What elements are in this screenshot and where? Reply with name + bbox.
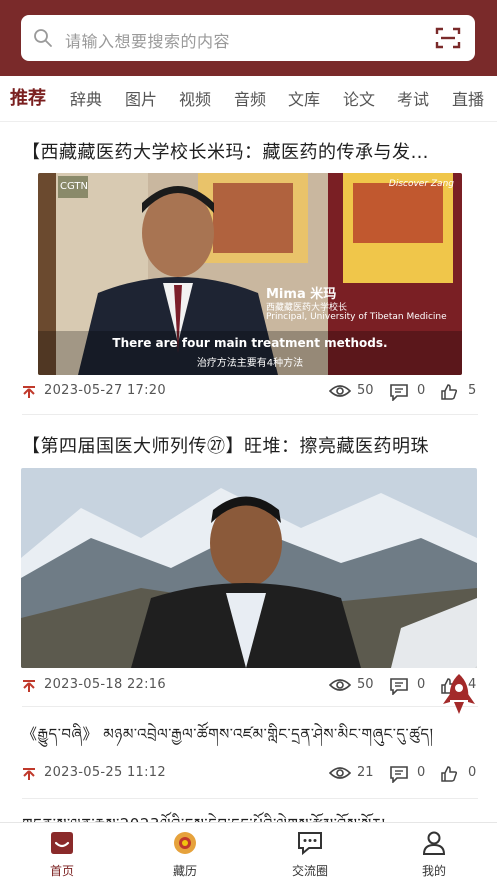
thumbs-up-icon[interactable] (440, 383, 458, 401)
tab-dictionary[interactable]: 辞典 (70, 86, 102, 110)
rocket-back-to-top-icon[interactable] (440, 672, 478, 716)
search-icon (34, 29, 52, 47)
article-meta: 2023-05-18 22:16 50 0 4 (22, 676, 478, 696)
article-thumbnail[interactable] (21, 468, 477, 668)
comment-count: 0 (389, 382, 429, 402)
nav-profile[interactable]: 我的 (394, 829, 474, 879)
caption-role-en: Principal, University of Tibetan Medicin… (266, 312, 447, 322)
top-pin-icon (23, 768, 35, 780)
like-count[interactable]: 5 (440, 382, 480, 402)
comment-count: 0 (389, 676, 429, 696)
eye-icon (329, 385, 351, 397)
comment-icon (390, 678, 408, 695)
subtitle-cn: 治疗方法主要有4种方法 (196, 358, 304, 369)
article-meta: 2023-05-25 11:12 21 0 0 (22, 764, 478, 784)
scan-icon[interactable] (435, 26, 461, 50)
nav-tibetan-calendar[interactable]: 藏历 (145, 829, 225, 879)
publish-date: 2023-05-27 17:20 (44, 383, 166, 398)
home-icon (51, 832, 73, 854)
corner-logo: Discover Zang (388, 179, 454, 189)
tab-audio[interactable]: 音频 (234, 86, 266, 110)
article-title[interactable]: 《རྒྱུད་བཞི》 མཉམ་འབྲེལ་རྒྱལ་ཚོགས་འཛམ་གླིང… (22, 718, 480, 760)
nav-home[interactable]: 首页 (22, 829, 102, 879)
tab-recommend[interactable]: 推荐 (10, 84, 46, 110)
category-tabs: 推荐 辞典 图片 视频 音频 文库 论文 考试 直播 (0, 76, 497, 122)
publish-date: 2023-05-18 22:16 (44, 677, 166, 692)
view-count: 50 (329, 676, 379, 696)
tab-videos[interactable]: 视频 (179, 86, 211, 110)
tibetan-calendar-icon (174, 832, 196, 854)
channel-logo: CGTN (60, 181, 88, 192)
nav-community[interactable]: 交流圈 (270, 829, 350, 879)
tab-images[interactable]: 图片 (125, 86, 157, 110)
article-thumbnail[interactable]: CGTN Discover Zang Mima 米玛 西藏藏医药大学校长 Pri… (38, 173, 462, 375)
tab-live[interactable]: 直播 (452, 86, 484, 110)
publish-date: 2023-05-25 11:12 (44, 765, 166, 780)
view-count: 21 (329, 764, 379, 784)
feed: 【西藏藏医药大学校长米玛：藏医药的传承与发… CGTN Discover Zan… (0, 122, 497, 822)
article-title[interactable]: གདན་ས་ལྷན་རྒྱས་2023ལོའི་དུས་དེབ་དང་པོའི་… (22, 808, 480, 822)
top-header: 请输入想要搜索的内容 (0, 0, 497, 76)
view-count: 50 (329, 382, 379, 402)
portrait-mountain-photo (21, 468, 477, 668)
tab-papers[interactable]: 论文 (343, 86, 375, 110)
tab-exams[interactable]: 考试 (397, 86, 429, 110)
user-icon (422, 831, 446, 855)
eye-icon (329, 679, 351, 691)
divider (22, 414, 478, 415)
top-pin-icon (23, 680, 35, 692)
search-placeholder[interactable]: 请输入想要搜索的内容 (65, 28, 230, 52)
comment-count: 0 (389, 764, 429, 784)
bottom-navigation: 首页 藏历 交流圈 我的 (0, 822, 497, 883)
like-count[interactable]: 0 (440, 764, 480, 784)
divider (22, 798, 478, 799)
article-title[interactable]: 【第四届国医大师列传㉗】旺堆：擦亮藏医药明珠 (22, 432, 480, 458)
article-title[interactable]: 【西藏藏医药大学校长米玛：藏医药的传承与发… (22, 138, 480, 164)
tab-library[interactable]: 文库 (288, 86, 320, 110)
top-pin-icon (23, 386, 35, 398)
thumbs-up-icon[interactable] (440, 765, 458, 783)
comment-icon (390, 384, 408, 401)
eye-icon (329, 767, 351, 779)
search-bar[interactable]: 请输入想要搜索的内容 (21, 15, 475, 61)
comment-icon (390, 766, 408, 783)
divider (22, 706, 478, 707)
subtitle-en: There are four main treatment methods. (112, 336, 388, 350)
article-meta: 2023-05-27 17:20 50 0 5 (22, 382, 478, 402)
chat-icon (298, 832, 322, 856)
